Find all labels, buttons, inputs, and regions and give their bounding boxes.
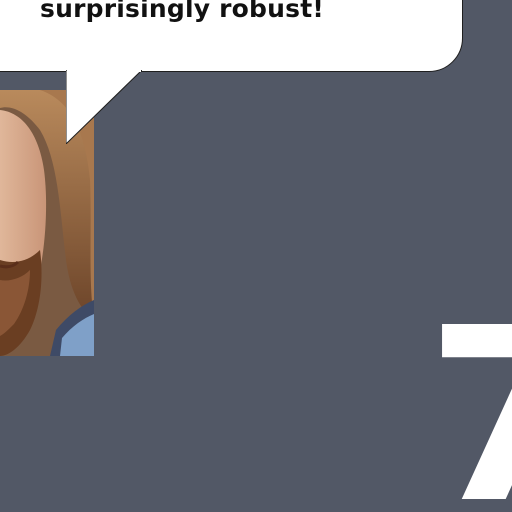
slide-canvas: surprisingly robust! 7 [0,0,512,512]
speech-bubble-text: surprisingly robust! [40,0,324,23]
speech-bubble-tail [66,70,142,144]
slide-number-value: 7 [426,302,512,512]
slide-number: 7 [418,302,512,512]
